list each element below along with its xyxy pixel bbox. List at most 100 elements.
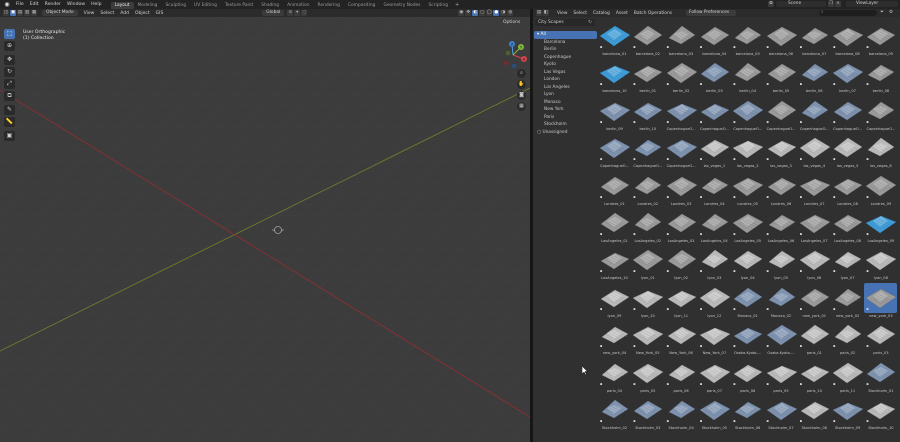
- select-box-tool-icon[interactable]: ⬚: [4, 29, 15, 39]
- viewport-menu-object[interactable]: Object: [132, 11, 153, 16]
- asset-tile[interactable]: ▪ Londres_09: [864, 171, 897, 208]
- catalog-item-copenhague[interactable]: Copenhague: [534, 54, 597, 62]
- asset-tile[interactable]: ▪ new_york_04: [598, 320, 631, 357]
- filter-icon[interactable]: ⏷: [879, 10, 885, 16]
- asset-tile[interactable]: ▪ Stockholm_07: [765, 395, 798, 432]
- asset-tile[interactable]: ▪ las_vegas_6: [864, 133, 897, 170]
- tab-rendering[interactable]: Rendering: [313, 2, 343, 9]
- xray-toggle-icon[interactable]: ▢: [479, 10, 486, 16]
- asset-tile[interactable]: ▪ berlin_03: [698, 58, 731, 95]
- visibility-icon[interactable]: ◉: [458, 10, 465, 16]
- copy-scene-icon[interactable]: ❐: [828, 1, 834, 7]
- asset-tile[interactable]: ▪ lyon_01: [631, 245, 664, 282]
- viewport-menu-add[interactable]: Add: [117, 11, 132, 16]
- asset-tile[interactable]: ▪ paris_09: [765, 358, 798, 395]
- cursor-tool-icon[interactable]: ⊕: [4, 41, 15, 51]
- asset-tile[interactable]: ▪ LosAngeles_01: [598, 208, 631, 245]
- asset-tile[interactable]: ▪ LosAngeles_04: [698, 208, 731, 245]
- asset-tile[interactable]: ▪ paris_08: [731, 358, 764, 395]
- menu-help[interactable]: Help: [88, 0, 104, 9]
- asset-menu-batch-operations[interactable]: Batch Operations: [631, 11, 675, 16]
- asset-tile[interactable]: ▪ barcelona_08: [831, 21, 864, 58]
- asset-tile[interactable]: ▪ Stockholm_08: [798, 395, 831, 432]
- asset-tile[interactable]: ▪ lyon_07: [831, 245, 864, 282]
- asset-menu-select[interactable]: Select: [570, 11, 590, 16]
- pivot-icon[interactable]: ⊙: [287, 10, 294, 16]
- asset-tile[interactable]: ▪ LosAngeles_10: [598, 245, 631, 282]
- tab-modeling[interactable]: Modeling: [134, 2, 162, 9]
- menu-edit[interactable]: Edit: [27, 0, 42, 9]
- asset-tile[interactable]: ▪ paris_06: [665, 358, 698, 395]
- asset-tile[interactable]: ▪ barcelona_03: [665, 21, 698, 58]
- select-invert-icon[interactable]: ▦: [31, 10, 37, 16]
- zoom-icon[interactable]: ⌕: [517, 69, 526, 78]
- asset-tile[interactable]: ▪ Stockholm_10: [864, 395, 897, 432]
- transform-orientation-dropdown[interactable]: Global: [262, 10, 285, 16]
- asset-tile[interactable]: ▪ LosAngeles_08: [831, 208, 864, 245]
- asset-tile[interactable]: ▪ new_york_03: [864, 282, 898, 320]
- viewport-menu-view[interactable]: View: [81, 11, 98, 16]
- asset-tile[interactable]: ▪ LosAngeles_07: [798, 208, 831, 245]
- catalog-item-kyoto[interactable]: Kyoto: [534, 61, 597, 69]
- tab-layout[interactable]: Layout: [110, 2, 134, 9]
- catalog-item-all[interactable]: ▾ All: [534, 31, 597, 39]
- asset-tile[interactable]: ▪ CopenhagueO...: [598, 133, 631, 170]
- tab-geometry-nodes[interactable]: Geometry Nodes: [379, 2, 424, 9]
- asset-tile[interactable]: ▪ lyon_10: [631, 283, 664, 320]
- asset-tile[interactable]: ▪ lyon_03: [698, 245, 731, 282]
- viewport-menu-gis[interactable]: GIS: [153, 11, 167, 16]
- asset-tile[interactable]: ▪ Stockholm_02: [598, 395, 631, 432]
- asset-tile[interactable]: ▪ barcelona_01: [598, 21, 631, 58]
- asset-tile[interactable]: ▪ paris_10: [798, 358, 831, 395]
- asset-tile[interactable]: ▪ paris_02: [831, 320, 864, 357]
- asset-menu-catalog[interactable]: Catalog: [590, 11, 613, 16]
- asset-tile[interactable]: ▪ Londres_07: [798, 171, 831, 208]
- solid-shading-icon[interactable]: ●: [493, 10, 500, 16]
- asset-tile[interactable]: ▪ lyon_11: [665, 283, 698, 320]
- perspective-toggle-icon[interactable]: ▦: [517, 102, 526, 111]
- select-box-icon[interactable]: ▣: [10, 10, 16, 16]
- asset-tile[interactable]: ▪ Londres_01: [598, 171, 631, 208]
- measure-tool-icon[interactable]: 📏: [4, 117, 15, 127]
- pan-hand-icon[interactable]: ✋: [517, 80, 526, 89]
- catalog-item-las-vegas[interactable]: Las Vegas: [534, 69, 597, 77]
- asset-tile[interactable]: ▪ Londres_03: [665, 171, 698, 208]
- camera-view-icon[interactable]: ◙: [517, 91, 526, 100]
- overlay-toggle-icon[interactable]: ◐: [472, 10, 479, 16]
- asset-menu-view[interactable]: View: [554, 11, 570, 16]
- asset-tile[interactable]: ▪ Stockholm_06: [731, 395, 764, 432]
- catalog-item-london[interactable]: London: [534, 76, 597, 84]
- catalog-item-los-angeles[interactable]: Los Angeles: [534, 84, 597, 92]
- asset-tile[interactable]: ▪ New_York_05: [631, 320, 664, 357]
- catalog-item-new-york[interactable]: New York: [534, 106, 597, 114]
- asset-tile[interactable]: ▪ lyon_04: [731, 245, 764, 282]
- refresh-library-icon[interactable]: ↻: [587, 20, 593, 25]
- 3d-viewport[interactable]: ◫ ▣ ▤ ▥ ▦ Object Mode View Select Add Objec…: [0, 9, 530, 442]
- transform-tool-icon[interactable]: ⧉: [4, 91, 15, 101]
- catalog-item-monaco[interactable]: Monaco: [534, 99, 597, 107]
- asset-tile[interactable]: ▪ LosAngeles_05: [731, 208, 764, 245]
- asset-tile[interactable]: ▪ lyon_12: [698, 283, 731, 320]
- asset-tile[interactable]: ▪ LosAngeles_09: [864, 208, 897, 245]
- asset-tile[interactable]: ▪ Londres_02: [631, 171, 664, 208]
- asset-tile[interactable]: ▪ CopenhagueO...: [665, 133, 698, 170]
- asset-tile[interactable]: ▪ LosAngeles_03: [665, 208, 698, 245]
- editor-type-icon[interactable]: ▤: [536, 10, 542, 16]
- asset-tile[interactable]: ▪ CopenhagueO...: [798, 96, 831, 133]
- asset-tile[interactable]: ▪ paris_03: [864, 320, 897, 357]
- material-shading-icon[interactable]: ◑: [500, 10, 507, 16]
- asset-tile[interactable]: ▪ CopenhagueO...: [864, 96, 897, 133]
- asset-tile[interactable]: ▪ barcelona_05: [731, 21, 764, 58]
- navigation-gizmo[interactable]: Z X Y: [498, 39, 530, 71]
- asset-tile[interactable]: ▪ CopenhagueO...: [765, 96, 798, 133]
- asset-tile[interactable]: ▪ Osaka-Kyoto-...: [765, 320, 798, 357]
- rotate-tool-icon[interactable]: ↻: [4, 67, 15, 77]
- asset-tile[interactable]: ▪ berlin_08: [864, 58, 897, 95]
- asset-tile[interactable]: ▪ lyon_05: [765, 245, 798, 282]
- toggle-sidebar-icon[interactable]: ◧: [543, 10, 549, 16]
- asset-tile[interactable]: ▪ Stockholm_09: [831, 395, 864, 432]
- asset-tile[interactable]: ▪ CopenhagueO...: [831, 96, 864, 133]
- catalog-item-unassigned[interactable]: ▢ Unassigned: [534, 129, 597, 137]
- tab-compositing[interactable]: Compositing: [344, 2, 380, 9]
- asset-tile[interactable]: ▪ CopenhagueO...: [698, 96, 731, 133]
